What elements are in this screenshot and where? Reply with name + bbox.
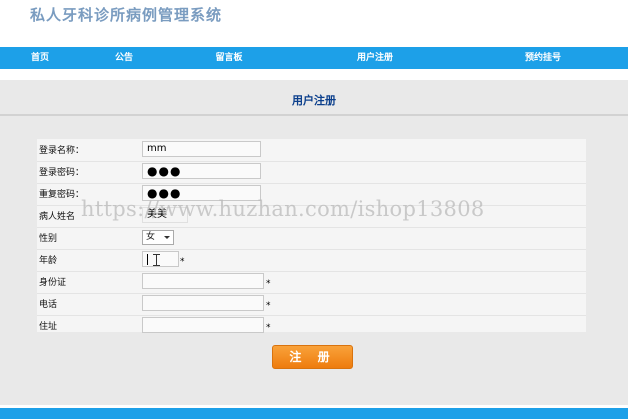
section-divider (0, 114, 628, 116)
required-mark: * (266, 301, 271, 311)
required-mark: * (266, 279, 271, 289)
nav-item-announcements[interactable]: 公告 (102, 47, 146, 69)
main-content: 用户注册 登录名称： mm 登录密码： ●●● 重复密码： ●●● 病人姓名 美… (0, 80, 628, 405)
age-input[interactable] (142, 251, 179, 267)
form-row-gender: 性别 女 (37, 227, 586, 250)
form-row-phone: 电话 * (37, 293, 586, 316)
form-row-password: 登录密码： ●●● (37, 161, 586, 184)
watermark: https://www.huzhan.com/ishop13808 (81, 197, 485, 221)
age-label: 年龄 (39, 256, 58, 266)
section-title: 用户注册 (292, 94, 336, 107)
nav-item-home[interactable]: 首页 (18, 47, 62, 69)
footer-bar (0, 408, 628, 419)
form-row-login-name: 登录名称： mm (37, 139, 586, 162)
register-button[interactable]: 注 册 (272, 345, 353, 369)
nav-item-appointment[interactable]: 预约挂号 (512, 47, 574, 69)
form-row-address: 住址 * (37, 315, 586, 337)
patient-name-label: 病人姓名 (39, 212, 76, 222)
password-label: 登录密码： (39, 168, 85, 178)
main-nav: 首页 公告 留言板 用户注册 预约挂号 (0, 47, 628, 69)
text-caret (147, 254, 148, 265)
form-row-id-card: 身份证 * (37, 271, 586, 294)
nav-item-register[interactable]: 用户注册 (345, 47, 405, 69)
required-mark: * (266, 323, 271, 333)
login-name-label: 登录名称： (39, 146, 85, 156)
phone-input[interactable] (142, 295, 264, 311)
gender-select-value: 女 (146, 232, 156, 242)
site-title: 私人牙科诊所病例管理系统 (30, 6, 223, 24)
gender-label: 性别 (39, 234, 58, 244)
phone-label: 电话 (39, 300, 58, 310)
password-input[interactable]: ●●● (142, 163, 261, 179)
text-cursor-icon (153, 254, 160, 266)
chevron-down-icon (164, 236, 170, 239)
address-input[interactable] (142, 317, 264, 333)
form-row-age: 年龄 * (37, 249, 586, 272)
nav-item-message-board[interactable]: 留言板 (205, 47, 253, 69)
confirm-password-label: 重复密码： (39, 190, 85, 200)
login-name-input[interactable]: mm (142, 141, 261, 157)
id-card-input[interactable] (142, 273, 264, 289)
registration-form: 登录名称： mm 登录密码： ●●● 重复密码： ●●● 病人姓名 美美 性别 … (37, 139, 586, 333)
required-mark: * (180, 257, 185, 267)
gender-select[interactable]: 女 (142, 230, 174, 245)
address-label: 住址 (39, 322, 58, 332)
id-card-label: 身份证 (39, 278, 67, 288)
